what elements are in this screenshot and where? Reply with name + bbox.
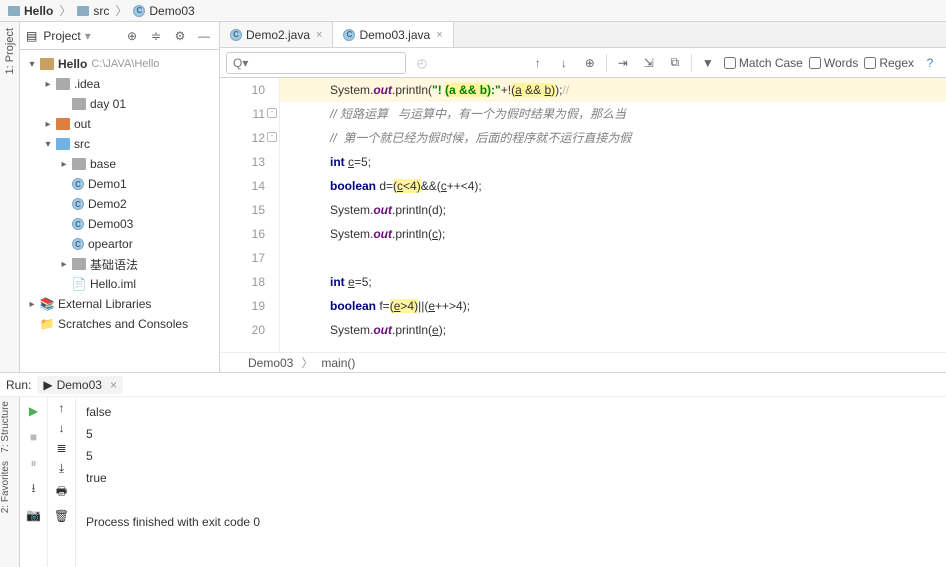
run-label: Run: (6, 378, 31, 392)
pause-button[interactable]: ⏸ (24, 453, 44, 473)
hide-icon[interactable]: — (195, 27, 213, 45)
clear-button[interactable]: 🗑 (54, 509, 69, 523)
tree-item[interactable]: day 01 (20, 94, 219, 114)
tree-item[interactable]: 📁Scratches and Consoles (20, 314, 219, 334)
chevron-right-icon: 〉 (59, 2, 71, 19)
breadcrumb-bar: Hello 〉 src 〉 CDemo03 (0, 0, 946, 22)
gutter[interactable]: 1011-12-1314151617181920 (220, 78, 280, 352)
dump-button[interactable]: 📷 (24, 505, 44, 525)
run-panel: Run: ▶Demo03× 7: Structure 2: Favorites … (0, 372, 946, 567)
words-checkbox[interactable]: Words (809, 56, 858, 70)
select-opened-icon[interactable]: ⊕ (123, 27, 141, 45)
library-icon: 📚 (40, 298, 54, 310)
stop-button[interactable]: ■ (24, 427, 44, 447)
class-icon: C (72, 238, 84, 250)
breadcrumb-item[interactable]: CDemo03 (129, 4, 198, 18)
match-count: ◴ (412, 53, 432, 73)
package-icon (72, 158, 86, 170)
tree-item[interactable]: ▸基础语法 (20, 254, 219, 274)
add-selection-button[interactable]: ⊕ (580, 53, 600, 73)
tree-item[interactable]: ▸base (20, 154, 219, 174)
left-tool-rail: 1: Project (0, 22, 20, 372)
editor-breadcrumb: Demo03 〉 main() (220, 352, 946, 372)
up-trace-button[interactable]: ↑ (59, 401, 65, 415)
editor-tab[interactable]: CDemo2.java× (220, 22, 333, 47)
find-bar: ◴ ↑ ↓ ⊕ ⇥ ⇲ ⧉ ▼ Match Case Words Regex ? (220, 48, 946, 78)
next-match-button[interactable]: ↓ (554, 53, 574, 73)
crumb-class[interactable]: Demo03 (248, 356, 293, 370)
close-icon[interactable]: × (316, 29, 322, 41)
close-icon[interactable]: × (436, 29, 442, 41)
class-icon: C (72, 178, 84, 190)
tree-item[interactable]: CDemo2 (20, 194, 219, 214)
tree-item[interactable]: CDemo1 (20, 174, 219, 194)
search-input[interactable] (226, 52, 406, 74)
rerun-button[interactable]: ▶ (24, 401, 44, 421)
class-icon: C (133, 5, 145, 17)
console-output[interactable]: false55trueProcess finished with exit co… (76, 397, 946, 567)
scroll-end-button[interactable]: ⤓ (59, 461, 64, 476)
favorites-tool-button[interactable]: 2: Favorites (0, 457, 11, 517)
project-tool-button[interactable]: 1: Project (4, 22, 16, 80)
source-folder-icon (56, 138, 70, 150)
breadcrumb-item[interactable]: src (73, 4, 113, 18)
editor-area: CDemo2.java×CDemo03.java× ◴ ↑ ↓ ⊕ ⇥ ⇲ ⧉ … (220, 22, 946, 372)
run-toolbar: ▶ ■ ⏸ ⭳ 📷 (20, 397, 48, 567)
class-icon: C (72, 198, 84, 210)
class-icon: C (230, 29, 242, 41)
show-results-button[interactable]: ⇲ (639, 53, 659, 73)
file-icon: 📄 (72, 278, 86, 290)
prev-match-button[interactable]: ↑ (528, 53, 548, 73)
project-view-icon: ▤ (26, 29, 37, 43)
class-icon: C (343, 29, 355, 41)
structure-tool-button[interactable]: 7: Structure (0, 397, 11, 457)
project-tree[interactable]: ▾HelloC:\JAVA\Hello ▸.idea day 01 ▸out ▾… (20, 50, 219, 372)
tree-item[interactable]: ▸out (20, 114, 219, 134)
scratch-icon: 📁 (40, 318, 54, 330)
tree-item[interactable]: ▾src (20, 134, 219, 154)
project-panel-header: ▤ Project ▾ ⊕ ≑ ⚙ — (20, 22, 219, 50)
regex-checkbox[interactable]: Regex (864, 56, 914, 70)
gear-icon[interactable]: ⚙ (171, 27, 189, 45)
run-tab[interactable]: ▶Demo03× (37, 376, 123, 394)
breadcrumb-item[interactable]: Hello (4, 4, 57, 18)
run-config-icon: ▶ (43, 378, 52, 392)
tree-item[interactable]: 📄Hello.iml (20, 274, 219, 294)
crumb-method[interactable]: main() (321, 356, 355, 370)
open-in-find-button[interactable]: ⧉ (665, 53, 685, 73)
help-icon[interactable]: ? (920, 53, 940, 73)
print-button[interactable]: 🖶 (56, 482, 67, 503)
folder-icon (56, 118, 70, 130)
package-icon (72, 258, 86, 270)
expand-icon[interactable]: ≑ (147, 27, 165, 45)
folder-icon (8, 6, 20, 16)
editor-tab[interactable]: CDemo03.java× (333, 22, 453, 47)
folder-icon (72, 98, 86, 110)
code-editor[interactable]: 1011-12-1314151617181920 System.out.prin… (220, 78, 946, 352)
down-trace-button[interactable]: ↓ (59, 421, 65, 435)
folder-icon (77, 6, 89, 16)
run-toolbar-2: ↑ ↓ ≣ ⤓ 🖶 🗑 (48, 397, 76, 567)
folder-icon (56, 78, 70, 90)
project-panel-title[interactable]: Project ▾ (43, 29, 117, 43)
left-rail-bottom: 7: Structure 2: Favorites (0, 397, 20, 567)
select-all-button[interactable]: ⇥ (613, 53, 633, 73)
class-icon: C (72, 218, 84, 230)
folder-icon (40, 58, 54, 70)
filter-icon[interactable]: ▼ (698, 53, 718, 73)
tree-root[interactable]: ▾HelloC:\JAVA\Hello (20, 54, 219, 74)
project-panel: ▤ Project ▾ ⊕ ≑ ⚙ — ▾HelloC:\JAVA\Hello … (20, 22, 220, 372)
tree-item[interactable]: CDemo03 (20, 214, 219, 234)
match-case-checkbox[interactable]: Match Case (724, 56, 803, 70)
tree-item[interactable]: Copeartor (20, 234, 219, 254)
run-header: Run: ▶Demo03× (0, 373, 946, 397)
editor-tabs: CDemo2.java×CDemo03.java× (220, 22, 946, 48)
tree-item[interactable]: ▸.idea (20, 74, 219, 94)
chevron-right-icon: 〉 (115, 2, 127, 19)
soft-wrap-button[interactable]: ≣ (56, 441, 66, 455)
exit-button[interactable]: ⭳ (24, 479, 44, 499)
code-body[interactable]: System.out.println("! (a && b):"+!(a && … (280, 78, 946, 352)
tree-item[interactable]: ▸📚External Libraries (20, 294, 219, 314)
